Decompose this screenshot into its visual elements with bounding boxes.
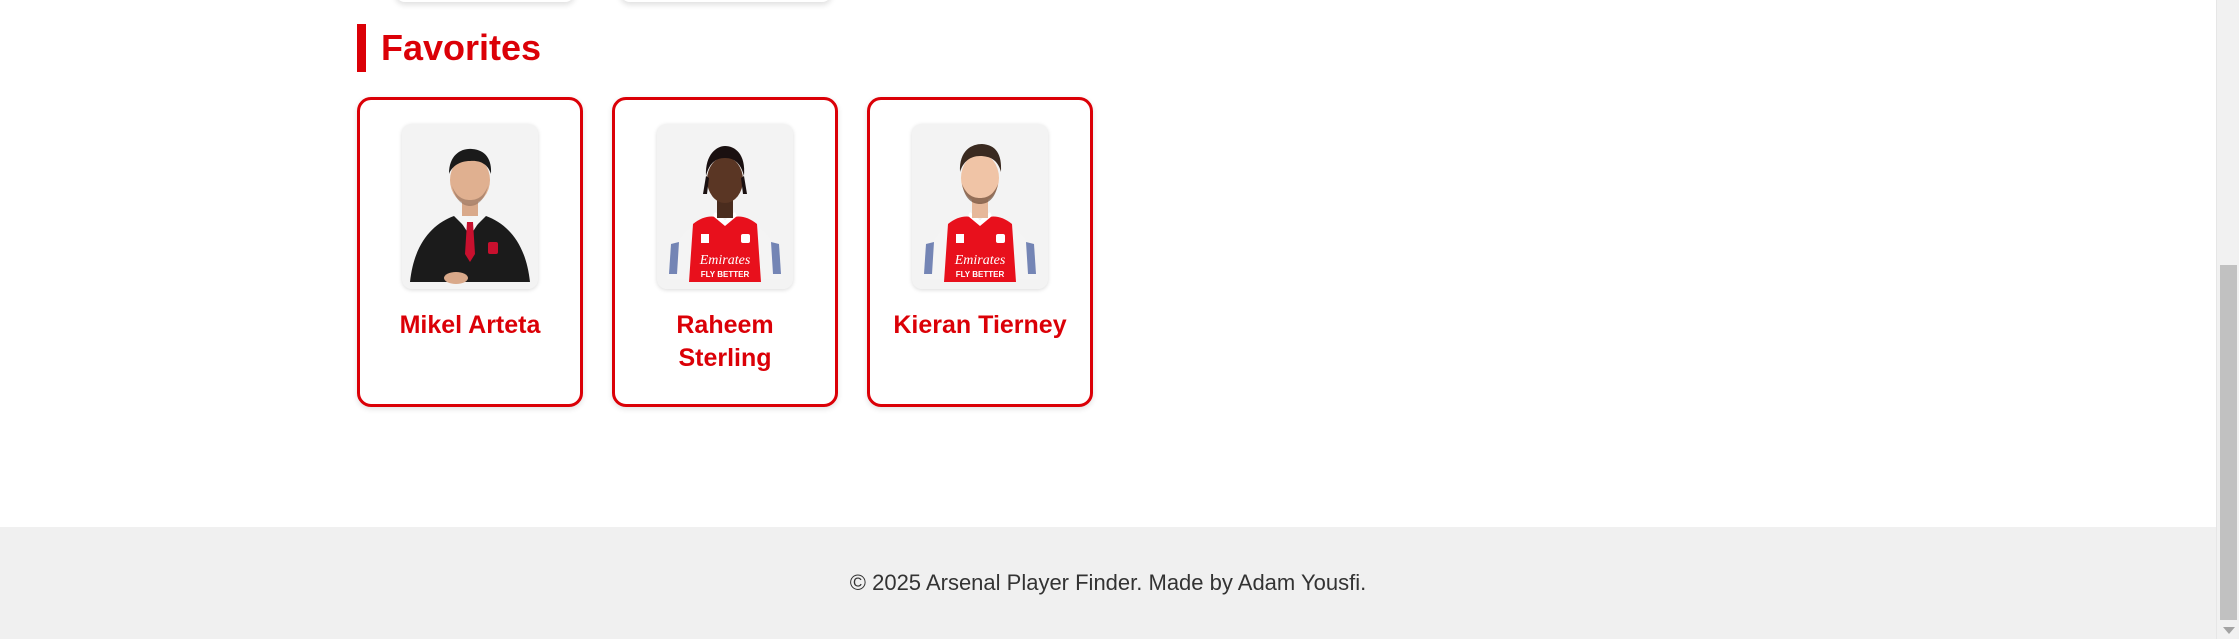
page-scrollbar[interactable] <box>2216 0 2239 639</box>
footer-copyright: © 2025 Arsenal Player Finder. Made by Ad… <box>849 570 1367 595</box>
player-photo <box>402 124 538 289</box>
player-photo: Emirates FLY BETTER <box>912 124 1048 289</box>
player-card-raheem-sterling[interactable]: Emirates FLY BETTER Raheem Sterling <box>612 97 838 407</box>
favorites-heading: Favorites <box>357 24 541 72</box>
svg-text:Emirates: Emirates <box>699 253 751 268</box>
page: Favorites Mikel Arteta Emirates FLY BETT… <box>0 0 2216 639</box>
previous-section-card[interactable] <box>395 0 575 2</box>
player-card-mikel-arteta[interactable]: Mikel Arteta <box>357 97 583 407</box>
svg-text:FLY BETTER: FLY BETTER <box>701 270 750 279</box>
section-title: Favorites <box>381 27 542 68</box>
favorites-list: Mikel Arteta Emirates FLY BETTER Raheem … <box>357 97 1093 407</box>
site-footer: © 2025 Arsenal Player Finder. Made by Ad… <box>0 527 2216 639</box>
player-name: Kieran Tierney <box>893 311 1067 339</box>
player-card-kieran-tierney[interactable]: Emirates FLY BETTER Kieran Tierney <box>867 97 1093 407</box>
manager-photo-icon <box>402 124 538 289</box>
scrollbar-thumb[interactable] <box>2220 265 2237 620</box>
player-photo: Emirates FLY BETTER <box>657 124 793 289</box>
player-kit-photo-icon: Emirates FLY BETTER <box>657 124 793 289</box>
svg-text:Emirates: Emirates <box>954 253 1006 268</box>
scroll-down-arrow-icon[interactable] <box>2223 627 2235 634</box>
player-kit-photo-icon: Emirates FLY BETTER <box>912 124 1048 289</box>
heading-accent-bar <box>357 24 366 72</box>
svg-text:FLY BETTER: FLY BETTER <box>956 270 1005 279</box>
browser-viewport: Favorites Mikel Arteta Emirates FLY BETT… <box>0 0 2239 639</box>
player-name: Mikel Arteta <box>399 311 541 339</box>
player-name: Raheem Sterling <box>676 311 774 372</box>
previous-section-card[interactable] <box>620 0 832 2</box>
